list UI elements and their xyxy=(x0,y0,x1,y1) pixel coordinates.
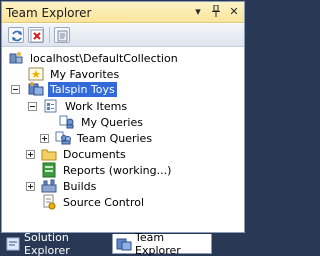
toolbar xyxy=(2,24,244,47)
builds-icon xyxy=(41,178,57,194)
tree-item-label: Work Items xyxy=(65,99,128,113)
tree-item-label: Talspin Toys xyxy=(48,81,117,97)
tree-item-collection[interactable]: localhost\DefaultCollection xyxy=(8,50,180,66)
tab-team-explorer[interactable]: Team Explorer xyxy=(112,230,212,256)
expand-toggle[interactable] xyxy=(26,150,35,159)
stop-button[interactable] xyxy=(28,27,44,43)
stop-icon xyxy=(30,29,44,43)
tree-item-source-control[interactable]: Source Control xyxy=(41,194,146,210)
tree-item-label: My Favorites xyxy=(50,67,120,81)
server-collection-icon xyxy=(8,50,24,66)
tree-item-label: Team Queries xyxy=(77,131,153,145)
tree-item-my-queries[interactable]: My Queries xyxy=(59,114,145,130)
close-icon[interactable]: ✕ xyxy=(228,5,240,21)
tree-item-my-favorites[interactable]: My Favorites xyxy=(28,66,121,82)
tree-item-team-queries[interactable]: Team Queries xyxy=(55,130,154,146)
toolbar-separator xyxy=(49,27,50,43)
properties-button[interactable] xyxy=(54,27,70,43)
expand-toggle[interactable] xyxy=(26,182,35,191)
team-project-icon xyxy=(28,81,44,97)
favorites-icon xyxy=(28,66,44,82)
tree-item-builds[interactable]: Builds xyxy=(41,178,98,194)
tool-window-tabs: Solution Explorer Team Explorer xyxy=(0,230,250,256)
tree-item-label: Reports (working...) xyxy=(63,163,172,177)
title-bar: Team Explorer ▾ ✕ xyxy=(2,2,244,23)
solution-explorer-icon xyxy=(5,236,21,252)
tab-label: Solution Explorer xyxy=(24,231,70,256)
expand-toggle[interactable] xyxy=(40,134,49,143)
team-queries-icon xyxy=(55,130,71,146)
window-title: Team Explorer xyxy=(6,6,92,20)
tree-item-reports[interactable]: Reports (working...) xyxy=(41,162,173,178)
tree-item-label: Source Control xyxy=(63,195,145,209)
tree-item-label: Builds xyxy=(63,179,97,193)
team-explorer-icon xyxy=(116,236,132,252)
tree-item-project[interactable]: Talspin Toys xyxy=(28,81,117,97)
window-controls: ▾ ✕ xyxy=(192,4,240,21)
work-items-icon xyxy=(43,98,59,114)
tree-item-documents[interactable]: Documents xyxy=(41,146,128,162)
folder-icon xyxy=(41,146,57,162)
properties-icon xyxy=(57,30,68,42)
refresh-icon xyxy=(12,30,22,42)
tree-item-label: Documents xyxy=(63,147,126,161)
tree-item-label: My Queries xyxy=(81,115,143,129)
tree-item-label: localhost\DefaultCollection xyxy=(30,51,178,65)
window-position-icon[interactable]: ▾ xyxy=(192,5,204,21)
refresh-button[interactable] xyxy=(8,27,24,43)
team-explorer-window: Team Explorer ▾ ✕ localhost\DefaultColle… xyxy=(1,1,245,233)
my-queries-icon xyxy=(59,114,75,130)
pin-icon[interactable] xyxy=(210,4,222,21)
reports-icon xyxy=(41,162,57,178)
source-control-icon xyxy=(41,194,57,210)
tab-label: Team Explorer xyxy=(135,230,181,256)
tree-item-work-items[interactable]: Work Items xyxy=(43,98,129,114)
tab-solution-explorer[interactable]: Solution Explorer xyxy=(2,231,110,256)
collapse-toggle[interactable] xyxy=(11,85,20,94)
collapse-toggle[interactable] xyxy=(28,102,37,111)
